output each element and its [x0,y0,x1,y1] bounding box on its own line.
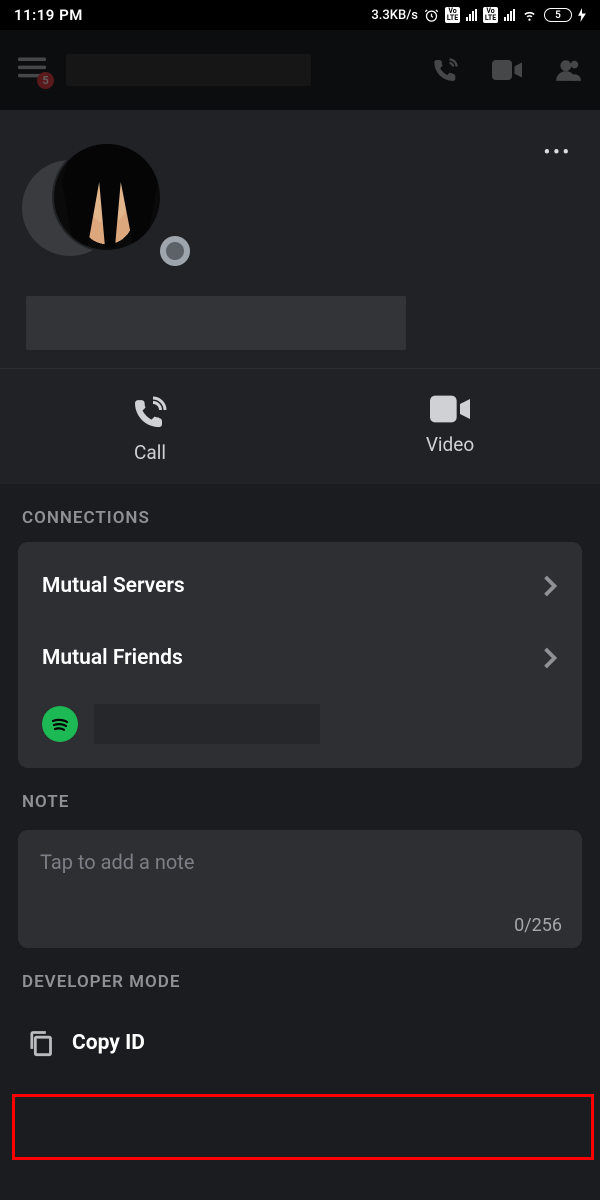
more-options-button[interactable]: ••• [544,142,572,163]
status-right-cluster: 3.3KB/s VoLTE VoLTE 5 [371,7,586,23]
avatar-image [52,142,162,252]
note-placeholder: Tap to add a note [40,850,560,874]
mutual-servers-row[interactable]: Mutual Servers [18,550,582,622]
android-status-bar: 11:19 PM 3.3KB/s VoLTE VoLTE 5 [0,0,600,30]
alarm-icon [424,8,439,23]
signal-bars-2 [504,9,515,21]
video-icon[interactable] [492,59,522,81]
spotify-name-redacted [94,704,320,744]
volte-icon-2: VoLTE [483,7,498,23]
username-redacted [26,296,406,350]
app-header: 5 [0,30,600,110]
note-char-counter: 0/256 [514,915,562,936]
call-action-button[interactable]: Call [0,369,300,484]
video-action-label: Video [426,433,474,456]
copy-icon [26,1028,54,1058]
charging-icon [578,8,586,22]
avatar[interactable] [26,142,146,262]
volte-icon-1: VoLTE [445,7,460,23]
mutual-friends-row[interactable]: Mutual Friends [18,622,582,694]
connections-section-label: CONNECTIONS [0,484,600,542]
copy-id-label: Copy ID [72,1031,145,1055]
mutual-friends-label: Mutual Friends [42,646,183,670]
signal-bars-1 [466,9,477,21]
note-input[interactable]: Tap to add a note 0/256 [18,830,582,948]
chevron-right-icon [542,646,558,670]
spotify-icon [42,706,78,742]
members-icon[interactable] [554,57,582,83]
mutual-servers-label: Mutual Servers [42,574,185,598]
notification-badge: 5 [37,72,54,89]
annotation-highlight [12,1094,594,1160]
call-icon[interactable] [432,56,460,84]
phone-icon [132,395,168,431]
developer-mode-section-label: DEVELOPER MODE [0,948,600,1006]
spotify-connection-row[interactable] [18,694,582,750]
video-camera-icon [430,395,470,423]
video-action-button[interactable]: Video [300,369,600,484]
profile-actions: Call Video [0,368,600,484]
menu-button[interactable]: 5 [18,57,46,83]
profile-header: ••• [0,110,600,368]
chevron-right-icon [542,574,558,598]
note-section-label: NOTE [0,768,600,826]
connections-card: Mutual Servers Mutual Friends [18,542,582,768]
wifi-icon [521,8,538,22]
call-action-label: Call [134,441,166,464]
copy-id-button[interactable]: Copy ID [0,1010,600,1076]
presence-status-icon [160,236,190,266]
network-speed: 3.3KB/s [371,8,418,23]
header-title-redacted [66,54,311,86]
status-time: 11:19 PM [14,6,83,24]
battery-icon: 5 [544,8,572,22]
